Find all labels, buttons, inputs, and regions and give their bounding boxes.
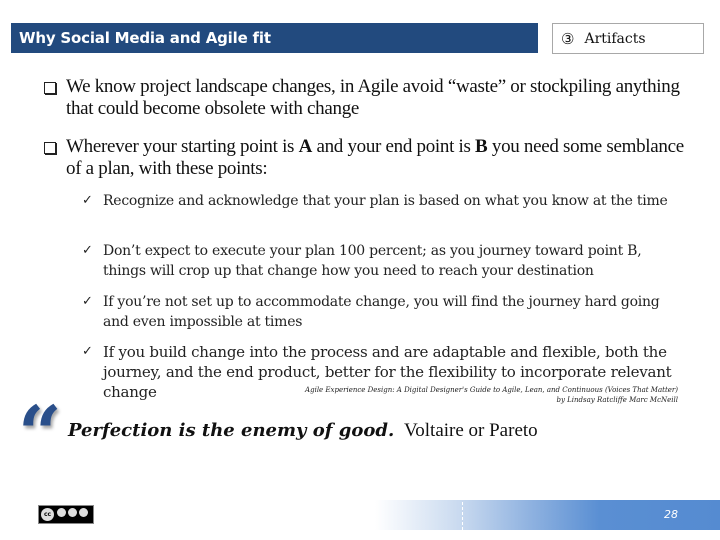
quote-author: Voltaire or Pareto	[403, 420, 538, 441]
slide-title-bar: Why Social Media and Agile fit	[11, 23, 538, 53]
book-citation: Agile Experience Design: A Digital Desig…	[300, 385, 678, 405]
point-b: B	[475, 136, 488, 157]
bullet-item: Wherever your starting point is A and yo…	[44, 136, 684, 180]
checkmark-icon: ✓	[82, 294, 93, 309]
bullet-text-part: Wherever your starting point is	[66, 136, 299, 157]
check-item: ✓ Don’t expect to execute your plan 100 …	[82, 241, 682, 281]
section-indicator: ③ Artifacts	[552, 23, 704, 54]
check-item: ✓ Recognize and acknowledge that your pl…	[82, 191, 682, 211]
bullet-item: We know project landscape changes, in Ag…	[44, 76, 684, 120]
checkmark-icon: ✓	[82, 243, 93, 258]
check-text: If you’re not set up to accommodate chan…	[103, 294, 660, 330]
check-text: Recognize and acknowledge that your plan…	[103, 193, 668, 209]
citation-title: Agile Experience Design: A Digital Desig…	[305, 386, 678, 394]
quote-text: Perfection is the enemy of good.	[68, 420, 395, 441]
checkbox-square-icon	[44, 142, 56, 154]
quotation-mark-icon: “	[18, 389, 62, 478]
check-item: ✓ If you’re not set up to accommodate ch…	[82, 292, 682, 332]
creative-commons-license-icon[interactable]: cc	[38, 505, 94, 524]
section-label: Artifacts	[584, 30, 646, 47]
checkmark-icon: ✓	[82, 193, 93, 208]
noncommercial-icon	[68, 508, 77, 517]
section-number-icon: ③	[561, 29, 575, 48]
quote: Perfection is the enemy of good. Voltair…	[68, 420, 538, 442]
cc-icon: cc	[41, 508, 54, 521]
slide-title: Why Social Media and Agile fit	[19, 29, 271, 47]
bullet-text: We know project landscape changes, in Ag…	[66, 76, 680, 119]
checkbox-square-icon	[44, 82, 56, 94]
footer-divider	[462, 502, 463, 530]
point-a: A	[298, 136, 313, 157]
check-text: Don’t expect to execute your plan 100 pe…	[103, 243, 642, 279]
bullet-text: Wherever your starting point is A and yo…	[44, 136, 684, 180]
citation-authors: by Lindsay Ratcliffe Marc McNeill	[556, 396, 678, 404]
page-number: 28	[664, 508, 678, 521]
checkmark-icon: ✓	[82, 344, 93, 359]
attribution-icon	[57, 508, 66, 517]
bullet-text-part: and your end point is	[312, 136, 476, 157]
sharealike-icon	[79, 508, 88, 517]
